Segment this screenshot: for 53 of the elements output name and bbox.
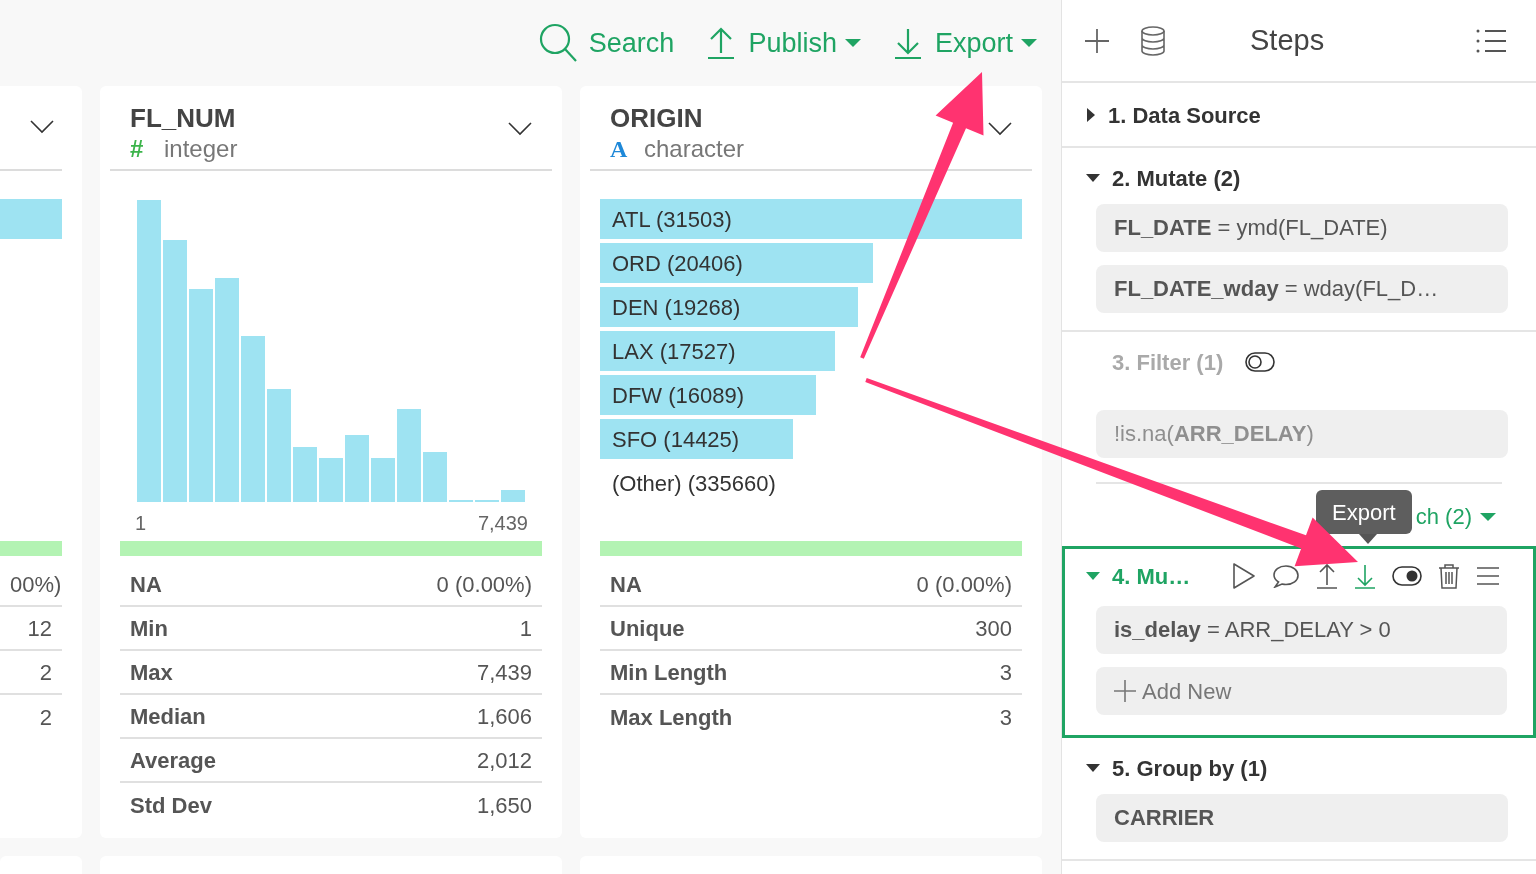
stat-label: Max	[130, 658, 173, 687]
category-label: (Other) (335660)	[611, 469, 776, 498]
stat-value: 12	[27, 614, 52, 643]
step-title[interactable]: 2. Mutate (2)	[1112, 161, 1241, 195]
step-title[interactable]: 1. Data Source	[1108, 98, 1261, 132]
step-item[interactable]: is_delay = ARR_DELAY > 0	[1096, 606, 1507, 654]
stat-value: 0 (0.00%)	[916, 570, 1012, 599]
step-section[interactable]: 1. Data Source	[1062, 83, 1536, 148]
step-item[interactable]: FL_DATE_wday = wday(FL_D…	[1096, 265, 1508, 313]
step-item[interactable]: CARRIER	[1096, 794, 1508, 842]
stat-label: Median	[130, 702, 206, 731]
stat-value: 3	[999, 703, 1012, 732]
category-label: DEN (19268)	[611, 293, 741, 322]
step-title[interactable]: 5. Group by (1)	[1112, 751, 1268, 785]
stat-label: Max Length	[610, 703, 733, 732]
add-new-button[interactable]: Add New	[1096, 667, 1507, 715]
stat-value: 2	[39, 658, 52, 687]
stat-value: 1	[519, 614, 532, 643]
stat-label: Min	[130, 614, 168, 643]
stat-label: Std Dev	[130, 791, 212, 820]
panel-title: Steps	[1250, 22, 1325, 58]
category-label: DFW (16089)	[611, 381, 745, 410]
step-section[interactable]: 5. Group by (1) CARRIER	[1062, 738, 1536, 861]
stat-value: 3	[999, 658, 1012, 687]
stat-value: 1,650	[476, 791, 532, 820]
stat-value: 0 (0.00%)	[436, 570, 532, 599]
stat-value: 1,606	[476, 702, 532, 731]
step-section[interactable]: 2. Mutate (2) FL_DATE = ymd(FL_DATE) FL_DATE_wday = wday(FL_D…	[1062, 148, 1536, 332]
stat-value: 00%)	[10, 570, 62, 599]
stat-label: Unique	[610, 614, 685, 643]
tooltip: Export	[1316, 490, 1412, 534]
category-label: ORD (20406)	[611, 249, 743, 278]
column-name: ORIGIN	[610, 102, 704, 134]
stat-value: 2	[39, 703, 52, 732]
axis-label: 7,439	[477, 512, 528, 534]
stat-value: 300	[975, 614, 1012, 643]
category-label: ATL (31503)	[611, 205, 732, 234]
stat-label: NA	[610, 570, 642, 599]
type-icon: #	[130, 134, 150, 164]
step-item[interactable]: FL_DATE = ymd(FL_DATE)	[1096, 204, 1508, 252]
category-label: LAX (17527)	[611, 337, 736, 366]
category-label: SFO (14425)	[611, 425, 740, 454]
axis-label: 1	[135, 512, 147, 534]
type-icon: A	[610, 134, 630, 164]
column-type: character	[644, 134, 745, 164]
stat-label: Min Length	[610, 658, 728, 687]
stat-value: 7,439	[476, 658, 532, 687]
stat-value: 2,012	[476, 746, 532, 775]
column-name: FL_NUM	[130, 102, 237, 134]
step-section[interactable]: 4. Mu… is_delay = ARR_DELAY > 0 Add New	[1062, 546, 1536, 738]
column-type: integer	[164, 134, 238, 164]
stat-label: Average	[130, 746, 216, 775]
stat-label: NA	[130, 570, 162, 599]
